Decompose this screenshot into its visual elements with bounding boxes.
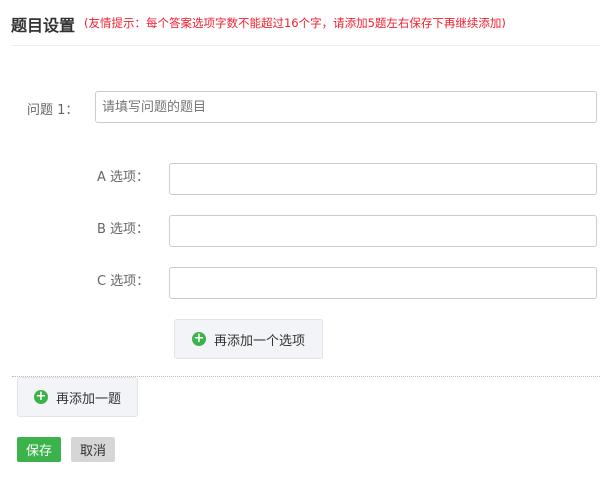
option-c-label: C 选项： [97, 274, 150, 289]
section-title: 题目设置 [11, 16, 76, 35]
question-label: 问题 1： [27, 103, 79, 118]
save-button[interactable]: 保存 [17, 437, 61, 462]
divider [11, 45, 600, 46]
option-c-input[interactable] [169, 267, 597, 299]
add-option-label: 再添加一个选项 [213, 333, 305, 349]
cancel-button[interactable]: 取消 [71, 437, 115, 462]
plus-circle-icon: + [33, 389, 48, 404]
question-input[interactable] [95, 91, 597, 123]
add-option-button[interactable]: + 再添加一个选项 [174, 319, 323, 359]
plus-circle-icon: + [191, 331, 206, 346]
option-a-label: A 选项： [97, 170, 150, 185]
option-b-label: B 选项： [97, 222, 150, 237]
add-question-label: 再添加一题 [55, 391, 121, 407]
option-b-input[interactable] [169, 215, 597, 247]
hint-text: (友情提示：每个答案选项字数不能超过16个字，请添加5题左右保存下再继续添加) [84, 16, 506, 30]
add-question-button[interactable]: + 再添加一题 [17, 377, 138, 417]
option-a-input[interactable] [169, 163, 597, 195]
